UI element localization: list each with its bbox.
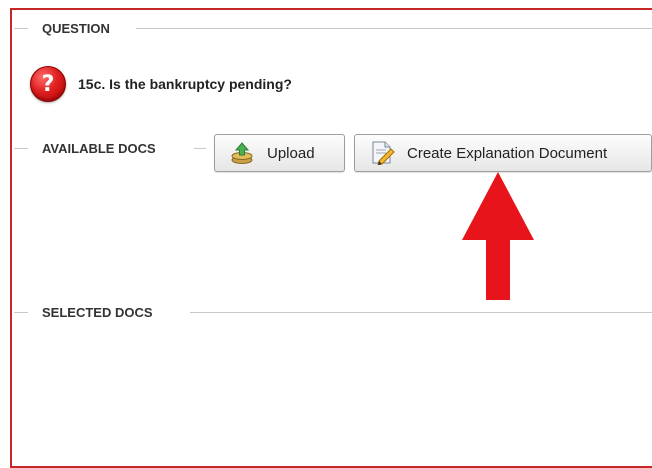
document-edit-icon: [369, 141, 395, 166]
red-arrow-up-icon: [462, 172, 534, 300]
selected-docs-rule-right: [190, 312, 652, 313]
available-docs-rule-left: [14, 148, 28, 149]
create-explanation-document-button[interactable]: Create Explanation Document: [354, 134, 652, 172]
selected-docs-legend-label: SELECTED DOCS: [42, 304, 153, 320]
upload-button[interactable]: Upload: [214, 134, 345, 172]
available-docs-legend-label: AVAILABLE DOCS: [42, 140, 156, 156]
question-rule-right: [136, 28, 652, 29]
available-docs-legend: AVAILABLE DOCS: [42, 139, 156, 157]
selected-docs-legend: SELECTED DOCS: [42, 303, 153, 321]
upload-icon: [229, 141, 255, 165]
question-legend: QUESTION: [42, 19, 110, 37]
question-mark-icon: ?: [30, 66, 66, 102]
question-legend-label: QUESTION: [42, 20, 110, 36]
upload-button-label: Upload: [267, 144, 315, 162]
question-rule-left: [14, 28, 28, 29]
question-row: ? 15c. Is the bankruptcy pending?: [30, 66, 292, 102]
selected-docs-rule-left: [14, 312, 28, 313]
available-docs-rule-right: [194, 148, 206, 149]
create-explanation-document-label: Create Explanation Document: [407, 144, 608, 162]
question-text: 15c. Is the bankruptcy pending?: [78, 76, 292, 92]
